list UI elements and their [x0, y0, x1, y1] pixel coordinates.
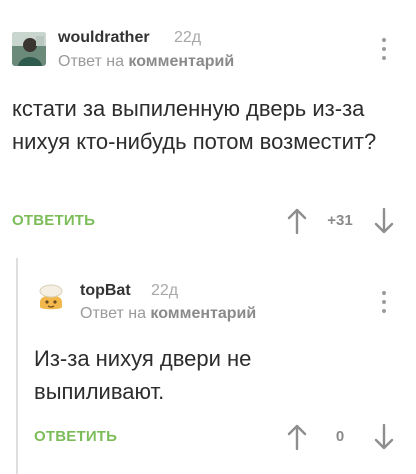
reply-button[interactable]: ОТВЕТИТЬ [34, 428, 117, 445]
reply-prefix: Ответ на [58, 53, 124, 70]
reply-comment: topBat 22д Ответ на комментарий Из-за ни… [0, 258, 416, 474]
comment-text: Из-за нихуя двери не выпиливают. [34, 346, 252, 404]
reply-target-link[interactable]: комментарий [150, 305, 256, 322]
user-avatar-cartoon-icon [34, 280, 68, 314]
comment-time: 22д [151, 282, 179, 299]
thread-line[interactable] [16, 258, 18, 474]
reply-to-line: Ответ на комментарий [80, 305, 256, 323]
reply-button[interactable]: ОТВЕТИТЬ [12, 212, 95, 229]
comment-text: кстати за выпиленную дверь из-за нихуя к… [12, 96, 377, 154]
more-options-icon[interactable] [374, 291, 394, 313]
avatar[interactable] [12, 32, 46, 66]
reply-prefix: Ответ на [80, 305, 146, 322]
more-options-icon[interactable] [374, 38, 394, 60]
reply-to-line: Ответ на комментарий [58, 53, 234, 71]
vote-up-arrow-icon[interactable] [287, 208, 307, 235]
reply-target-link[interactable]: комментарий [128, 53, 234, 70]
comment-author[interactable]: topBat [80, 282, 131, 300]
vote-down-arrow-icon[interactable] [374, 207, 394, 234]
comment-time: 22д [174, 29, 202, 46]
comment-score: +31 [327, 212, 353, 229]
comment-author[interactable]: wouldrather [58, 29, 150, 47]
comment-score: 0 [335, 428, 345, 445]
comment: wouldrather 22д Ответ на комментарий кст… [0, 0, 416, 258]
avatar[interactable] [34, 280, 68, 314]
vote-down-arrow-icon[interactable] [374, 423, 394, 450]
user-avatar-photo-icon [12, 32, 46, 66]
vote-up-arrow-icon[interactable] [287, 424, 307, 451]
